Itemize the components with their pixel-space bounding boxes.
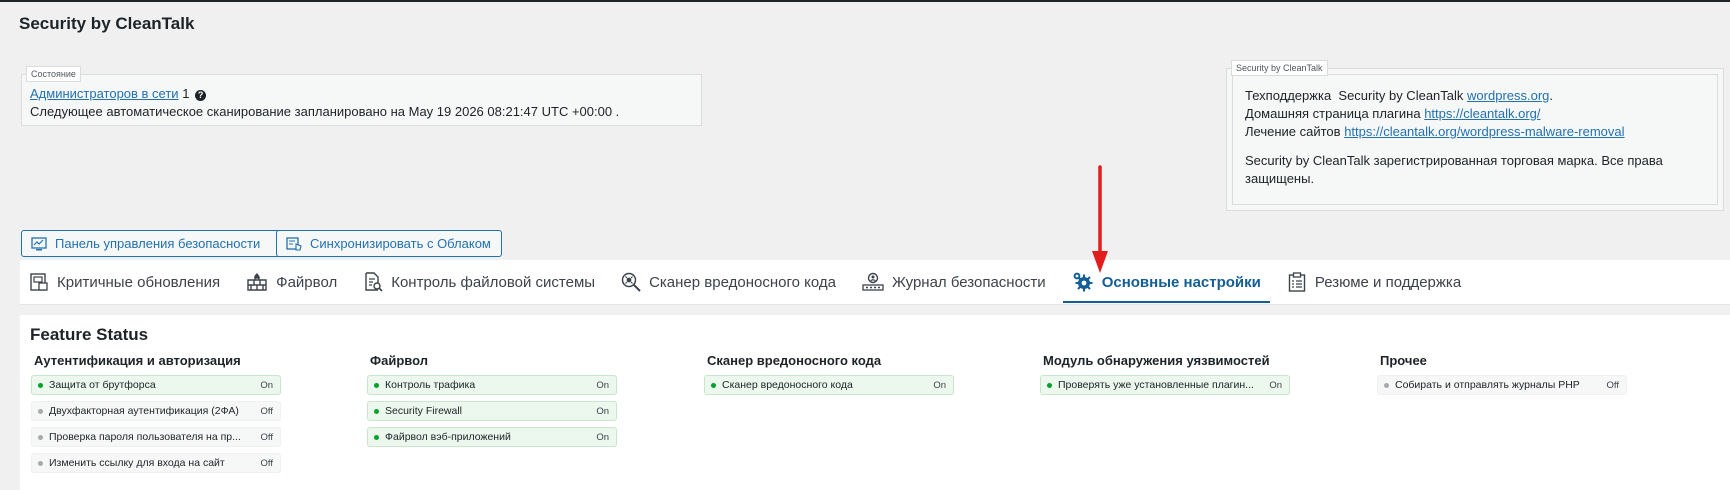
clipboard-icon: [1288, 272, 1306, 292]
feature-name: Собирать и отправлять журналы PHP: [1395, 379, 1580, 391]
security-dashboard-button[interactable]: Панель управления безопасности: [21, 230, 283, 257]
dashboard-icon: [31, 236, 47, 250]
cloud-sync-icon: [286, 236, 302, 251]
feature-item[interactable]: Сканер вредоносного кода On: [704, 375, 954, 395]
home-label: Домашняя страница плагина: [1245, 106, 1421, 121]
file-control-icon: [365, 272, 383, 292]
scan-schedule-text: Следующее автоматическое сканирование за…: [30, 104, 620, 119]
feature-item[interactable]: Контроль трафика On: [367, 375, 617, 395]
status-dot-icon: [711, 382, 716, 388]
feature-name: Security Firewall: [385, 405, 463, 417]
feature-column-other: Прочее Собирать и отправлять журналы PHP…: [1377, 353, 1677, 401]
tab-critical-updates[interactable]: Критичные обновления: [20, 260, 229, 305]
plugin-info-panel: Security by CleanTalk Техподдержка Secur…: [1226, 60, 1724, 211]
sync-cloud-label: Синхронизировать с Облаком: [310, 236, 491, 251]
feature-name: Файрвол вэб-приложений: [385, 431, 511, 443]
feature-state: Off: [260, 431, 274, 443]
tab-summary-support[interactable]: Резюме и поддержка: [1278, 260, 1470, 305]
feature-column-scanner: Сканер вредоносного кода Сканер вредонос…: [704, 353, 1004, 401]
support-link[interactable]: wordpress.org: [1467, 88, 1549, 103]
tab-malware-scanner-label: Сканер вредоносного кода: [649, 273, 836, 291]
page-title: Security by CleanTalk: [19, 14, 195, 33]
feature-name: Изменить ссылку для входа на сайт: [49, 457, 225, 469]
info-legend: Security by CleanTalk: [1231, 60, 1328, 76]
security-log-icon: [862, 272, 884, 291]
status-dot-icon: [1384, 382, 1389, 388]
admins-count: 1: [182, 86, 190, 101]
tab-firewall[interactable]: Файрвол: [237, 260, 346, 305]
feature-column-vulnerability: Модуль обнаружения уязвимостей Проверять…: [1040, 353, 1340, 401]
feature-state: On: [596, 379, 609, 391]
security-dashboard-label: Панель управления безопасности: [55, 236, 261, 251]
feature-state: On: [596, 431, 609, 443]
feature-item[interactable]: Security Firewall On: [367, 401, 617, 421]
status-panel: Состояние Администраторов в сети 1 ? Сле…: [21, 66, 702, 126]
red-annotation-arrow-icon: [1092, 165, 1108, 273]
status-dot-icon: [1047, 382, 1052, 388]
status-dot-icon: [38, 382, 43, 388]
feature-item[interactable]: Файрвол вэб-приложений On: [367, 427, 617, 447]
tab-critical-updates-label: Критичные обновления: [57, 273, 221, 291]
tab-summary-support-label: Резюме и поддержка: [1314, 273, 1462, 291]
status-dot-icon: [38, 460, 43, 466]
feature-name: Защита от брутфорса: [49, 379, 156, 391]
feature-name: Сканер вредоносного кода: [722, 379, 853, 391]
critical-updates-icon: [30, 273, 48, 291]
feature-state: On: [1269, 379, 1282, 391]
tab-malware-scanner[interactable]: Сканер вредоносного кода: [612, 260, 845, 305]
firewall-icon: [247, 273, 267, 291]
feature-name: Контроль трафика: [385, 379, 476, 391]
feature-status-panel: Feature Status Аутентификация и авториза…: [20, 315, 1730, 490]
feature-column-title: Прочее: [1380, 353, 1427, 368]
feature-column-title: Модуль обнаружения уязвимостей: [1043, 353, 1270, 368]
feature-column-title: Сканер вредоносного кода: [707, 353, 882, 368]
feature-item[interactable]: Проверка пароля пользователя на пр... Off: [31, 427, 281, 447]
feature-state: On: [933, 379, 946, 391]
feature-state: Off: [1606, 379, 1620, 391]
support-label: Техподдержка Security by CleanTalk: [1245, 88, 1464, 103]
tab-general-settings-label: Основные настройки: [1101, 273, 1261, 291]
feature-state: On: [596, 405, 609, 417]
feature-column-auth: Аутентификация и авторизация Защита от б…: [31, 353, 331, 479]
feature-item[interactable]: Двухфакторная аутентификация (2ФА) Off: [31, 401, 281, 421]
tab-firewall-label: Файрвол: [276, 273, 338, 291]
feature-column-title: Файрвол: [370, 353, 428, 368]
admins-online-link[interactable]: Администраторов в сети: [30, 86, 179, 101]
repair-link[interactable]: https://cleantalk.org/wordpress-malware-…: [1344, 124, 1624, 139]
tab-security-log-label: Журнал безопасности: [891, 273, 1046, 291]
feature-column-firewall: Файрвол Контроль трафика On Security Fire…: [367, 353, 667, 453]
feature-state: Off: [260, 405, 274, 417]
tab-file-control-label: Контроль файловой системы: [391, 273, 596, 291]
feature-item[interactable]: Собирать и отправлять журналы PHP Off: [1377, 375, 1627, 395]
status-dot-icon: [374, 434, 379, 440]
feature-name: Двухфакторная аутентификация (2ФА): [49, 405, 239, 417]
status-dot-icon: [374, 408, 379, 414]
admins-online-row: Администраторов в сети 1 ?: [30, 85, 693, 103]
feature-name: Проверять уже установленные плагин...: [1058, 379, 1254, 391]
status-dot-icon: [38, 408, 43, 414]
malware-scanner-icon: [621, 272, 641, 292]
help-icon[interactable]: ?: [195, 90, 207, 101]
status-legend: Состояние: [26, 66, 81, 82]
feature-state: Off: [260, 457, 274, 469]
feature-item[interactable]: Изменить ссылку для входа на сайт Off: [31, 453, 281, 473]
status-dot-icon: [38, 434, 43, 440]
tab-file-control[interactable]: Контроль файловой системы: [354, 260, 604, 305]
home-link[interactable]: https://cleantalk.org/: [1424, 106, 1540, 121]
status-dot-icon: [374, 382, 379, 388]
feature-status-title: Feature Status: [30, 325, 149, 344]
feature-item[interactable]: Проверять уже установленные плагин... On: [1040, 375, 1290, 395]
repair-label: Лечение сайтов: [1245, 124, 1341, 139]
tab-security-log[interactable]: Журнал безопасности: [853, 260, 1055, 305]
feature-item[interactable]: Защита от брутфорса On: [31, 375, 281, 395]
trademark-text: Security by CleanTalk зарегистрированная…: [1245, 153, 1663, 186]
feature-column-title: Аутентификация и авторизация: [34, 353, 241, 368]
feature-name: Проверка пароля пользователя на пр...: [49, 431, 241, 443]
settings-tabs: Критичные обновления Файрвол Контроль фа…: [20, 260, 1730, 305]
sync-cloud-button[interactable]: Синхронизировать с Облаком: [276, 230, 502, 257]
feature-state: On: [260, 379, 273, 391]
